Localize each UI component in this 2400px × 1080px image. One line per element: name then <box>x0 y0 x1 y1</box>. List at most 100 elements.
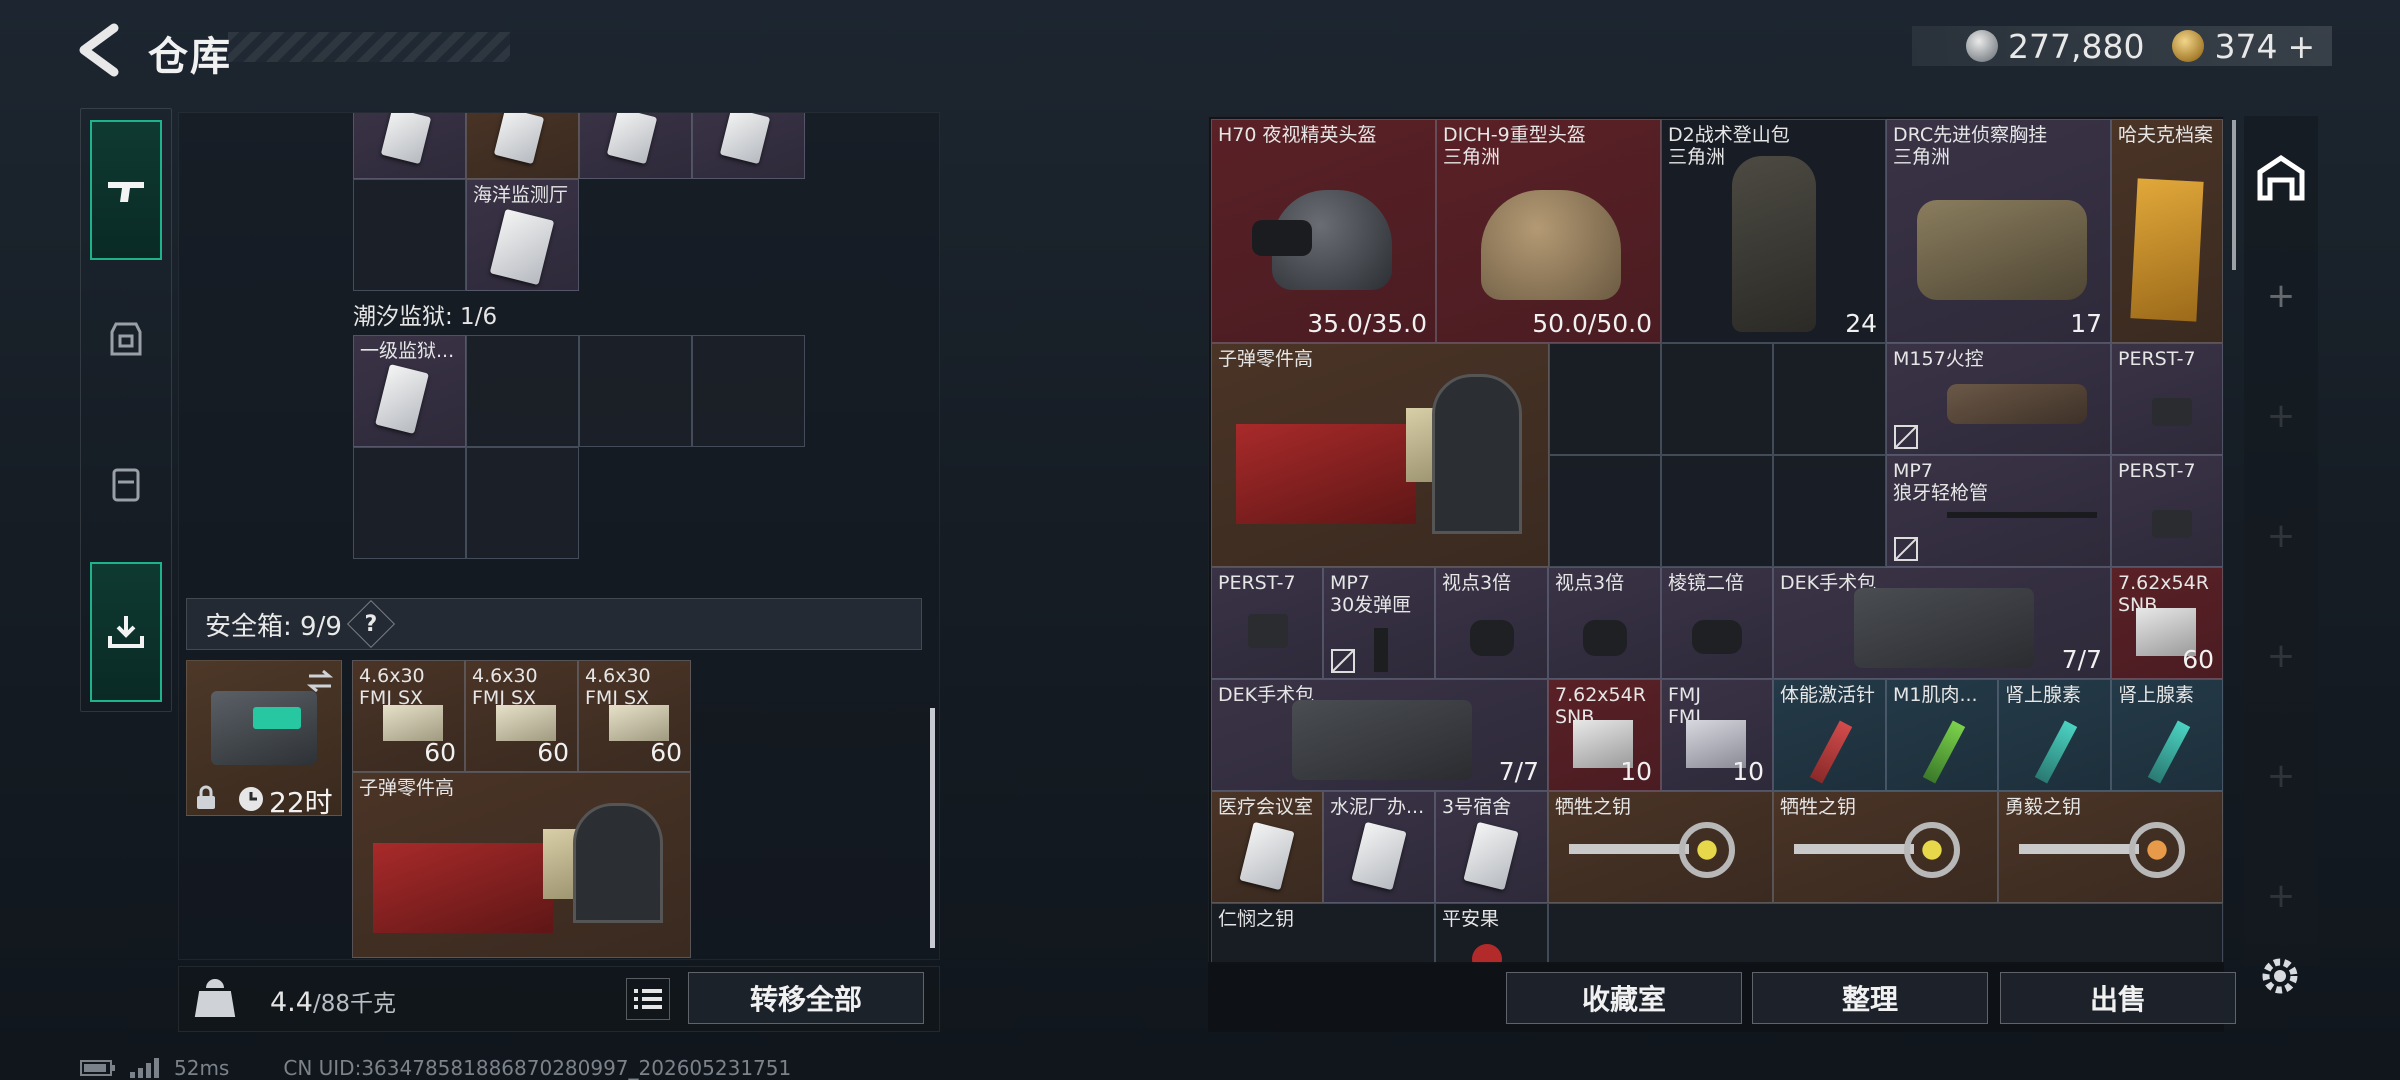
weight-max: /88千克 <box>312 991 396 1017</box>
scope-cell[interactable]: 视点3倍 <box>1548 567 1661 679</box>
empty-cell[interactable] <box>692 335 805 447</box>
swap-icon[interactable] <box>305 667 335 695</box>
item-label: 牺牲之钥 <box>1555 796 1632 818</box>
add-page-button[interactable]: + <box>2244 256 2318 336</box>
sort-button[interactable]: 整理 <box>1752 972 1988 1024</box>
magazine-cell[interactable]: MP7 30发弹匣 <box>1323 567 1435 679</box>
bullet-parts-cell[interactable]: 子弹零件高 <box>352 772 691 958</box>
help-button[interactable]: ? <box>346 599 395 649</box>
uses: 7/7 <box>1498 757 1539 786</box>
empty-cell[interactable] <box>1549 455 1661 567</box>
battery-icon <box>80 1060 115 1076</box>
surgery-kit-cell[interactable]: DEK手术包 7/7 <box>1773 567 2111 679</box>
empty-cell[interactable] <box>353 447 466 559</box>
scope-cell[interactable]: 棱镜二倍 <box>1661 567 1773 679</box>
empty-cell[interactable] <box>466 447 579 559</box>
add-page-button[interactable]: + <box>2244 376 2318 456</box>
empty-cell[interactable] <box>579 335 692 447</box>
laser-cell[interactable]: PERST-7 <box>1211 567 1323 679</box>
keycard-cell[interactable]: 水泥厂办... <box>1323 791 1435 903</box>
add-gold-button[interactable]: + <box>2287 27 2315 66</box>
helmet-cell[interactable]: DICH-9重型头盔 三角洲 50.0/50.0 <box>1436 119 1661 343</box>
ocean-keycard-cell[interactable]: 海洋监测厅 <box>466 179 579 291</box>
sell-button[interactable]: 出售 <box>2000 972 2236 1024</box>
empty-cell[interactable] <box>1548 903 2223 963</box>
currency-bar: 277,880 374 + <box>1912 26 2332 66</box>
item-label: 牺牲之钥 <box>1780 796 1857 818</box>
item-label: H70 夜视精英头盔 <box>1218 124 1377 146</box>
tab-backpack[interactable] <box>90 414 162 554</box>
item-label: 3号宿舍 <box>1442 796 1512 818</box>
scope-cell[interactable]: 视点3倍 <box>1435 567 1548 679</box>
item-label: 4.6x30 FMJ SX <box>585 665 651 709</box>
key-cell[interactable]: 仁悯之钥 <box>1211 903 1435 963</box>
item-cell[interactable] <box>579 113 692 179</box>
item-count: 60 <box>424 738 456 767</box>
safe-box-item[interactable]: 22时 <box>186 660 342 819</box>
tab-gear[interactable] <box>90 268 162 408</box>
empty-cell[interactable] <box>353 179 466 291</box>
injector-cell[interactable]: 肾上腺素 <box>2111 679 2223 791</box>
ammo-cell[interactable]: 4.6x30 FMJ SX 60 <box>352 660 465 772</box>
key-cell[interactable]: 勇毅之钥 <box>1998 791 2223 903</box>
empty-cell[interactable] <box>1773 343 1886 455</box>
empty-cell[interactable] <box>1661 343 1773 455</box>
item-label: 医疗会议室 <box>1218 796 1314 818</box>
tab-weapons[interactable] <box>90 120 162 260</box>
list-icon <box>634 989 662 1009</box>
add-page-button[interactable]: + <box>2244 616 2318 696</box>
key-cell[interactable]: 牺牲之钥 <box>1548 791 1773 903</box>
fire-control-cell[interactable]: M157火控 <box>1886 343 2111 455</box>
capacity: 17 <box>2070 309 2102 338</box>
empty-cell[interactable] <box>1549 343 1661 455</box>
item-label: 视点3倍 <box>1555 572 1625 594</box>
collection-room-button[interactable]: 收藏室 <box>1506 972 1742 1024</box>
add-page-button[interactable]: + <box>2244 736 2318 816</box>
injector-cell[interactable]: M1肌肉... <box>1886 679 1998 791</box>
ammo-cell[interactable]: 4.6x30 FMJ SX 60 <box>578 660 691 772</box>
gold-coin-icon <box>2172 30 2205 62</box>
ammo-cell[interactable]: 4.6x30 FMJ SX 60 <box>465 660 578 772</box>
help-icon: ? <box>364 611 378 637</box>
laser-cell[interactable]: PERST-7 <box>2111 343 2223 455</box>
add-page-button[interactable]: + <box>2244 496 2318 576</box>
transfer-all-button[interactable]: 转移全部 <box>688 972 924 1024</box>
chest-rig-cell[interactable]: DRC先进侦察胸挂 三角洲 17 <box>1886 119 2111 343</box>
prison-keycard-cell[interactable]: 一级监狱... <box>353 335 466 447</box>
item-cell[interactable]: 平安果 <box>1435 903 1548 963</box>
backpack-cell[interactable]: D2战术登山包 三角洲 24 <box>1661 119 1886 343</box>
bullet-parts-cell[interactable]: 子弹零件高 <box>1211 343 1549 567</box>
empty-cell[interactable] <box>1773 455 1886 567</box>
left-scrollbar[interactable] <box>930 708 935 948</box>
ammo-cell[interactable]: FMJ FMJ 10 <box>1661 679 1773 791</box>
empty-cell[interactable] <box>1661 455 1773 567</box>
injector-cell[interactable]: 肾上腺素 <box>1998 679 2111 791</box>
keycard-cell[interactable]: 3号宿舍 <box>1435 791 1548 903</box>
signal-icon <box>130 1058 159 1078</box>
item-cell[interactable] <box>466 113 579 179</box>
injector-cell[interactable]: 体能激活针 <box>1773 679 1886 791</box>
barrel-cell[interactable]: MP7 狼牙轻枪管 <box>1886 455 2111 567</box>
rifle-ammo-cell[interactable]: 7.62x54R SNB 10 <box>1548 679 1661 791</box>
storage-page-tab[interactable] <box>2244 138 2318 218</box>
list-view-button[interactable] <box>626 978 670 1020</box>
right-scrollbar[interactable] <box>2232 120 2236 270</box>
empty-cell[interactable] <box>466 335 579 447</box>
add-page-button[interactable]: + <box>2244 856 2318 936</box>
keycard-cell[interactable]: 医疗会议室 <box>1211 791 1323 903</box>
safe-box-header: 安全箱: 9/9 ? <box>186 598 922 650</box>
gear-icon[interactable] <box>2256 952 2304 1000</box>
back-arrow-icon[interactable] <box>70 22 130 78</box>
item-label: MP7 狼牙轻枪管 <box>1893 460 1989 504</box>
tab-storage[interactable] <box>90 562 162 702</box>
surgery-kit-cell[interactable]: DEK手术包 7/7 <box>1211 679 1548 791</box>
laser-cell[interactable]: PERST-7 <box>2111 455 2223 567</box>
archive-cell[interactable]: 哈夫克档案 <box>2111 119 2223 343</box>
item-cell[interactable] <box>353 113 466 179</box>
item-cell[interactable] <box>692 113 805 179</box>
rifle-ammo-cell[interactable]: 7.62x54R SNB 60 <box>2111 567 2223 679</box>
helmet-cell[interactable]: H70 夜视精英头盔 35.0/35.0 <box>1211 119 1436 343</box>
key-cell[interactable]: 牺牲之钥 <box>1773 791 1998 903</box>
item-count: 60 <box>2182 645 2214 674</box>
weight-readout: 4.4/88千克 <box>270 984 396 1018</box>
